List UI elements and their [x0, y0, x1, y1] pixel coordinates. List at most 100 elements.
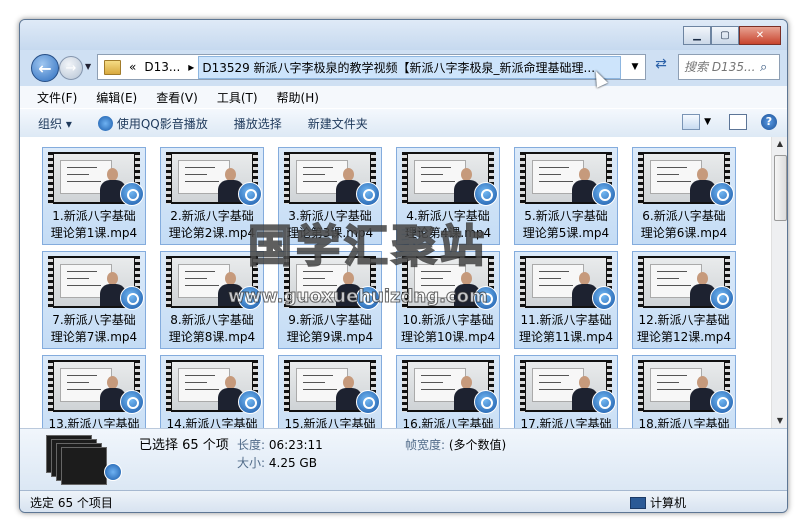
close-button[interactable]: ✕ [739, 26, 781, 45]
vertical-scrollbar[interactable]: ▲ ▼ [771, 137, 787, 428]
file-item[interactable]: 4.新派八字基础 理论第4课.mp4 [396, 147, 500, 245]
qq-player-icon [356, 390, 380, 414]
filmstrip-edge [166, 360, 171, 412]
filmstrip-edge [166, 256, 171, 308]
filmstrip-edge [402, 360, 407, 412]
help-icon[interactable]: ? [761, 114, 777, 130]
file-name-line1: 6.新派八字基础 [642, 209, 726, 223]
explorer-window: ▁ ▢ ✕ ← → ▼ « D13... ▸ D13529 新派八字李极泉的教学… [19, 19, 788, 513]
file-item[interactable]: 16.新派八字基础 [396, 355, 500, 428]
change-view-icon[interactable] [682, 114, 701, 130]
breadcrumb-parent[interactable]: D13... [144, 60, 180, 74]
file-item[interactable]: 6.新派八字基础 理论第6课.mp4 [632, 147, 736, 245]
file-item[interactable]: 15.新派八字基础 [278, 355, 382, 428]
file-name: 10.新派八字基础 理论第10课.mp4 [397, 312, 499, 346]
status-bar: 选定 65 个项目 计算机 [20, 490, 787, 512]
file-item[interactable]: 18.新派八字基础 [632, 355, 736, 428]
file-item[interactable]: 14.新派八字基础 [160, 355, 264, 428]
address-bar[interactable]: « D13... ▸ D13529 新派八字李极泉的教学视频【新派八字李极泉_新… [97, 54, 646, 80]
filmstrip-edge [284, 152, 289, 204]
file-name-line1: 10.新派八字基础 [402, 313, 494, 327]
file-item[interactable]: 9.新派八字基础 理论第9课.mp4 [278, 251, 382, 349]
size-value: 4.25 GB [268, 456, 317, 470]
organize-button[interactable]: 组织 ▾ [38, 115, 72, 132]
file-name-line2: 理论第3课.mp4 [286, 226, 374, 240]
file-name-line1: 13.新派八字基础 [48, 417, 140, 428]
command-bar: 组织 ▾ 使用QQ影音播放 播放选择 新建文件夹 ▼ ? [20, 108, 787, 138]
file-name-line1: 17.新派八字基础 [520, 417, 612, 428]
filmstrip-edge [48, 360, 53, 412]
view-dropdown-icon[interactable]: ▼ [704, 117, 711, 127]
file-name: 9.新派八字基础 理论第9课.mp4 [279, 312, 381, 346]
back-button[interactable]: ← [31, 54, 59, 82]
file-item[interactable]: 7.新派八字基础 理论第7课.mp4 [42, 251, 146, 349]
file-name: 12.新派八字基础 理论第12课.mp4 [633, 312, 735, 346]
menu-tools[interactable]: 工具(T) [217, 89, 258, 106]
filmstrip-edge [520, 360, 525, 412]
file-item[interactable]: 2.新派八字基础 理论第2课.mp4 [160, 147, 264, 245]
navigation-bar: ← → ▼ « D13... ▸ D13529 新派八字李极泉的教学视频【新派八… [28, 52, 780, 82]
file-name-line2: 理论第9课.mp4 [286, 330, 374, 344]
refresh-icon: ⇄ [655, 56, 667, 72]
refresh-button[interactable]: ⇄ [650, 56, 672, 76]
details-pane: 已选择 65 个项 长度: 06:23:11 大小: 4.25 GB 帧宽度: … [20, 428, 787, 491]
file-list: 1.新派八字基础 理论第1课.mp4 2.新派八字基础 理论第2课.mp4 3.新派八字… [20, 137, 771, 428]
menu-help[interactable]: 帮助(H) [277, 89, 319, 106]
recent-pages-dropdown[interactable]: ▼ [85, 62, 91, 71]
preview-pane-icon[interactable] [729, 114, 747, 130]
new-folder-button[interactable]: 新建文件夹 [308, 115, 368, 132]
close-icon: ✕ [755, 30, 765, 41]
qq-play-button[interactable]: 使用QQ影音播放 [97, 115, 208, 132]
breadcrumb-separator-icon[interactable]: ▸ [188, 60, 194, 74]
scrollbar-thumb[interactable] [774, 155, 787, 221]
address-dropdown-icon[interactable]: ▼ [625, 62, 645, 72]
search-box[interactable]: ⌕ [678, 54, 780, 80]
qq-player-icon [474, 390, 498, 414]
file-item[interactable]: 3.新派八字基础 理论第3课.mp4 [278, 147, 382, 245]
file-item[interactable]: 8.新派八字基础 理论第8课.mp4 [160, 251, 264, 349]
status-location: 计算机 [650, 496, 687, 510]
file-name: 2.新派八字基础 理论第2课.mp4 [161, 208, 263, 242]
file-item[interactable]: 10.新派八字基础 理论第10课.mp4 [396, 251, 500, 349]
forward-button[interactable]: → [59, 56, 83, 80]
file-name: 8.新派八字基础 理论第8课.mp4 [161, 312, 263, 346]
menu-edit[interactable]: 编辑(E) [96, 89, 137, 106]
status-selection: 选定 65 个项目 [30, 496, 113, 510]
scroll-down-icon[interactable]: ▼ [772, 414, 787, 428]
file-name-line1: 14.新派八字基础 [166, 417, 258, 428]
file-item[interactable]: 17.新派八字基础 [514, 355, 618, 428]
breadcrumb-overflow[interactable]: « [129, 60, 136, 74]
file-item[interactable]: 11.新派八字基础 理论第11课.mp4 [514, 251, 618, 349]
menu-file[interactable]: 文件(F) [37, 89, 77, 106]
filmstrip-edge [166, 152, 171, 204]
qq-player-icon [474, 286, 498, 310]
file-name-line2: 理论第11课.mp4 [518, 330, 614, 344]
filmstrip-edge [284, 256, 289, 308]
qq-player-icon [592, 182, 616, 206]
length-label: 长度: [237, 438, 266, 452]
filmstrip-edge [638, 152, 643, 204]
play-selection-button[interactable]: 播放选择 [234, 115, 282, 132]
qq-player-icon [97, 115, 113, 131]
file-name-line2: 理论第8课.mp4 [168, 330, 256, 344]
file-item[interactable]: 12.新派八字基础 理论第12课.mp4 [632, 251, 736, 349]
file-item[interactable]: 13.新派八字基础 [42, 355, 146, 428]
breadcrumb-current[interactable]: D13529 新派八字李极泉的教学视频【新派八字李极泉_新派命理基础理... [198, 55, 621, 79]
file-grid: 1.新派八字基础 理论第1课.mp4 2.新派八字基础 理论第2课.mp4 3.新派八字… [42, 147, 736, 428]
qq-player-icon [710, 390, 734, 414]
search-input[interactable] [679, 59, 760, 75]
title-bar: ▁ ▢ ✕ [20, 20, 787, 50]
file-item[interactable]: 5.新派八字基础 理论第5课.mp4 [514, 147, 618, 245]
file-name-line1: 9.新派八字基础 [288, 313, 372, 327]
maximize-button[interactable]: ▢ [711, 26, 739, 45]
minimize-button[interactable]: ▁ [683, 26, 711, 45]
file-item[interactable]: 1.新派八字基础 理论第1课.mp4 [42, 147, 146, 245]
file-name-line2: 理论第2课.mp4 [168, 226, 256, 240]
scroll-up-icon[interactable]: ▲ [772, 137, 787, 151]
file-name-line1: 8.新派八字基础 [170, 313, 254, 327]
menu-view[interactable]: 查看(V) [156, 89, 198, 106]
filmstrip-edge [520, 256, 525, 308]
search-icon[interactable]: ⌕ [760, 60, 767, 75]
qq-player-icon [474, 182, 498, 206]
file-name: 15.新派八字基础 [279, 416, 381, 428]
